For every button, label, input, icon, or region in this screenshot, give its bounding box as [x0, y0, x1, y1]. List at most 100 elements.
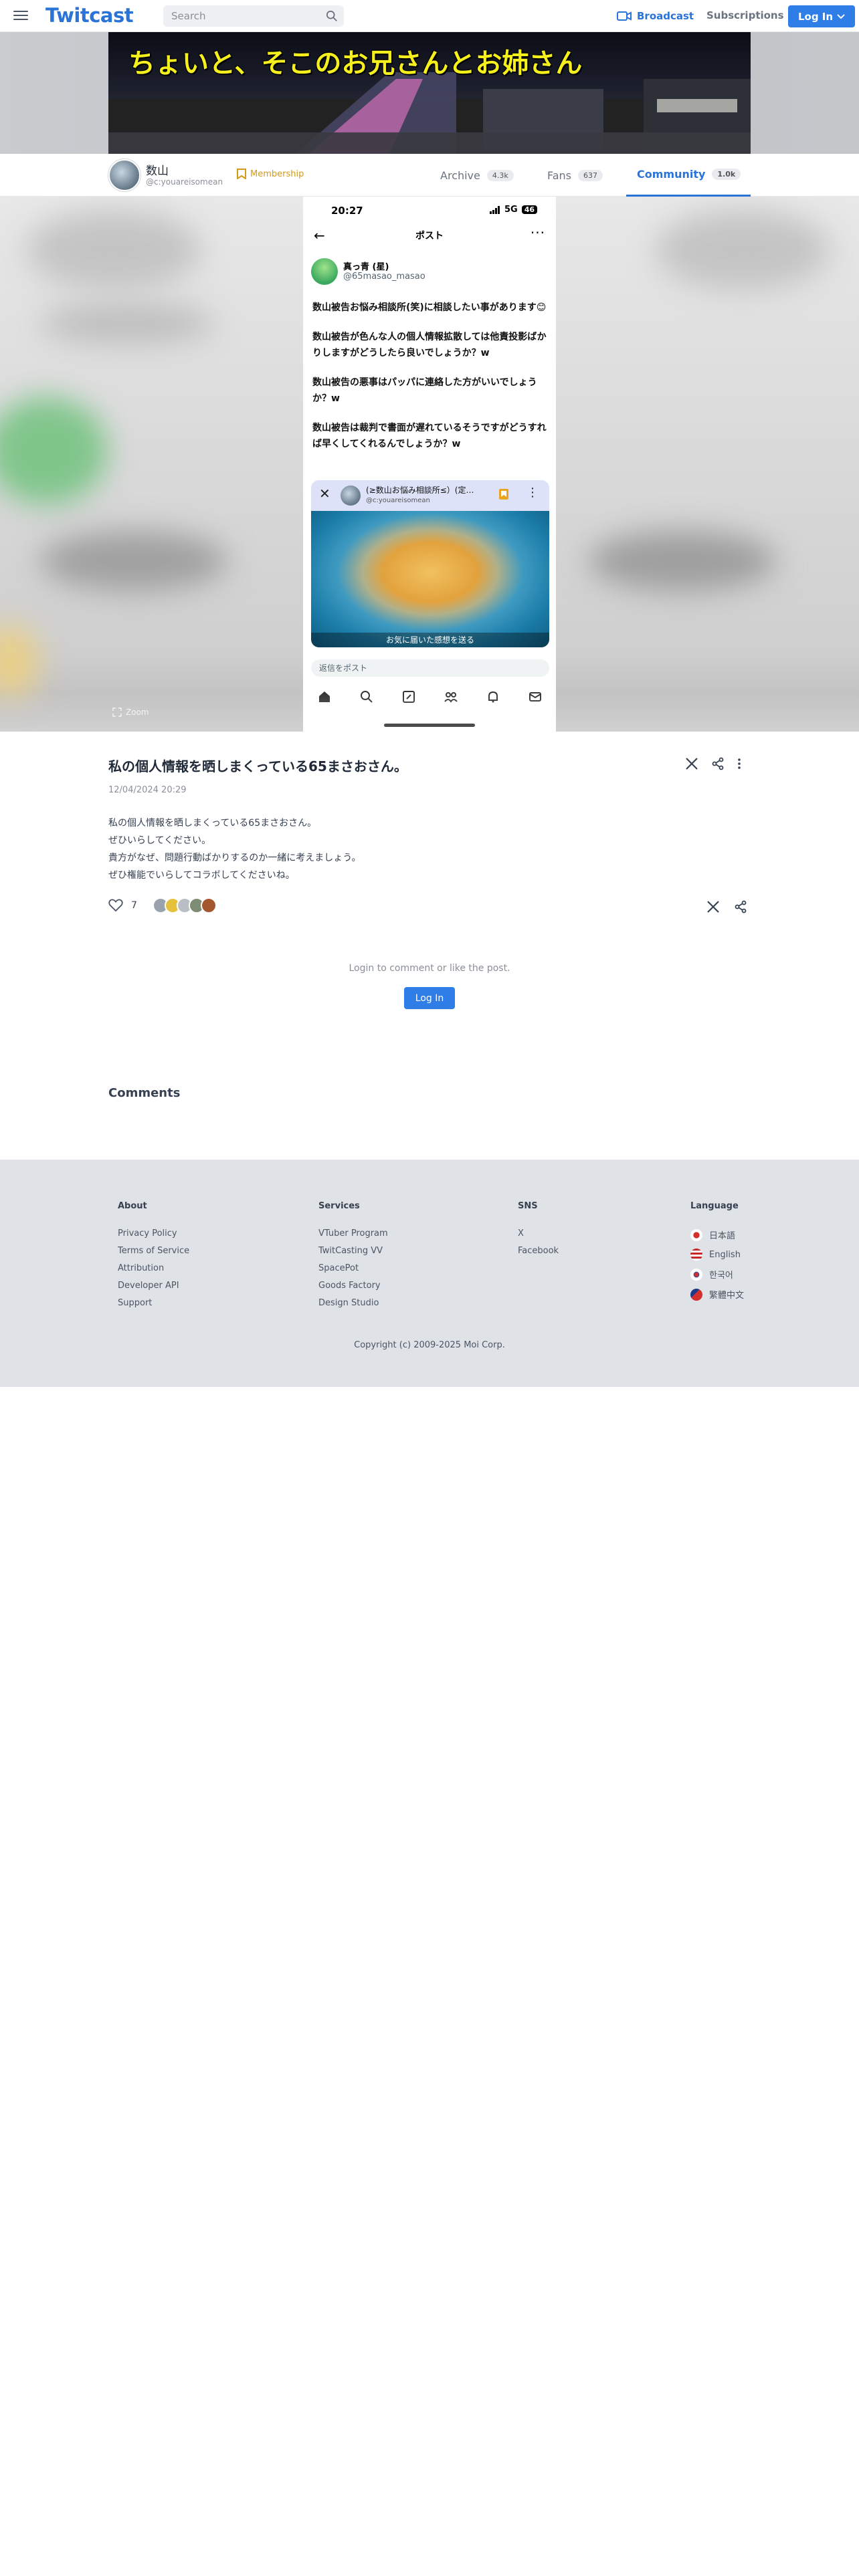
x-share-icon[interactable] [685, 757, 698, 770]
footer-link[interactable]: Terms of Service [118, 1246, 189, 1256]
search-box[interactable] [163, 5, 344, 27]
broadcast-button[interactable]: Broadcast [617, 8, 694, 24]
language-option-ko[interactable]: 한국어 [690, 1268, 744, 1281]
footer-link[interactable]: Design Studio [318, 1298, 388, 1308]
footer-link[interactable]: VTuber Program [318, 1228, 388, 1239]
food-photo: お気に届いた感想を送る [311, 511, 549, 647]
footer-heading: Language [690, 1201, 739, 1211]
search-icon[interactable] [326, 10, 338, 22]
post-paragraph: 数山被告の悪事はパッパに連絡した方がいいでしょうか？w [312, 377, 537, 404]
share-icon[interactable] [735, 900, 747, 914]
menu-icon[interactable] [13, 9, 28, 21]
language-option-ja[interactable]: 日本語 [690, 1228, 744, 1241]
tab-label: Archive [440, 169, 480, 182]
post-media[interactable]: 20:27 5G 46 ← ポスト ··· 真っ青 (星) @65masao_m… [0, 197, 859, 732]
tab-label: Community [637, 168, 706, 181]
profile-bar: 数山 @c:youareisomean Membership Archive 4… [0, 154, 859, 197]
us-flag-icon [690, 1249, 702, 1261]
language-label: English [709, 1249, 741, 1260]
footer-heading: About [118, 1201, 147, 1211]
status-battery: 46 [521, 205, 537, 214]
status-indicators: 5G 46 [489, 205, 537, 215]
footer-services: Services VTuber Program TwitCasting VV S… [318, 1201, 388, 1315]
more-vertical-icon[interactable] [737, 758, 741, 770]
expand-icon [112, 708, 122, 717]
membership-label: Membership [250, 169, 304, 179]
footer-language: Language 日本語 English 한국어 繁體中文 [690, 1201, 744, 1308]
card-header: ✕ (≥数山お悩み相談所≤）(定… @c:youareisomean ⋮ [311, 480, 549, 511]
footer-link[interactable]: Goods Factory [318, 1281, 388, 1291]
card-avatar [341, 486, 361, 506]
footer-link[interactable]: Support [118, 1298, 189, 1308]
footer-heading: Services [318, 1201, 360, 1211]
japan-flag-icon [690, 1228, 702, 1241]
post-body-line: ぜひ権能でいらしてコラボしてくださいね。 [108, 870, 295, 881]
phone-screenshot: 20:27 5G 46 ← ポスト ··· 真っ青 (星) @65masao_m… [303, 197, 556, 732]
tab-count: 637 [578, 169, 603, 181]
membership-link[interactable]: Membership [237, 169, 304, 179]
subscriptions-link[interactable]: Subscriptions [706, 9, 784, 21]
author-avatar [311, 258, 338, 285]
search-input[interactable] [163, 5, 324, 27]
login-button[interactable]: Log In [788, 5, 855, 27]
bookmark-icon [237, 169, 246, 179]
post-title: 私の個人情報を晒しまくっている65まさおさん。 [108, 758, 407, 774]
phone-nav: ← ポスト ··· [303, 225, 556, 247]
signal-icon [489, 205, 500, 214]
twitcast-logo[interactable]: Twitcast [45, 4, 134, 27]
heart-icon [108, 899, 123, 912]
phone-status-bar: 20:27 5G 46 [303, 197, 556, 222]
post-body-line: 貴方がなぜ、問題行動ばかりするのか一緒に考えましょう。 [108, 853, 361, 863]
status-time: 20:27 [331, 205, 363, 217]
footer-about: About Privacy Policy Terms of Service At… [118, 1201, 189, 1315]
language-option-zh[interactable]: 繁體中文 [690, 1288, 744, 1301]
reply-field: 返信をポスト [311, 659, 549, 677]
footer-link[interactable]: Facebook [518, 1246, 559, 1256]
card-handle: @c:youareisomean [366, 497, 430, 504]
phone-nav-title: ポスト [415, 231, 444, 241]
embedded-card: ✕ (≥数山お悩み相談所≤）(定… @c:youareisomean ⋮ お気に… [311, 480, 549, 647]
video-camera-icon [617, 11, 632, 21]
footer-sns: SNS X Facebook [518, 1201, 559, 1263]
tab-fans[interactable]: Fans 637 [547, 154, 603, 197]
footer-link[interactable]: Privacy Policy [118, 1228, 189, 1239]
footer-link[interactable]: Attribution [118, 1263, 189, 1273]
language-label: 한국어 [709, 1271, 733, 1281]
tab-count: 4.3k [486, 169, 514, 181]
language-label: 繁體中文 [709, 1291, 745, 1301]
post-body-line: 私の個人情報を晒しまくっている65まさおさん。 [108, 818, 317, 829]
more-icon: ··· [530, 225, 545, 241]
top-header: Twitcast Broadcast Subscriptions Log In [0, 0, 859, 32]
login-prompt-button[interactable]: Log In [404, 987, 455, 1009]
profile-handle: @c:youareisomean [146, 177, 223, 187]
footer-heading: SNS [518, 1201, 538, 1211]
zoom-label: Zoom [126, 708, 149, 717]
card-title: (≥数山お悩み相談所≤）(定… [366, 486, 474, 495]
like-button[interactable]: 7 [108, 899, 137, 912]
like-count: 7 [131, 900, 137, 911]
more-vertical-icon: ⋮ [527, 486, 539, 500]
tab-community[interactable]: Community 1.0k [626, 154, 751, 197]
liker-avatars[interactable] [153, 897, 217, 914]
footer-link[interactable]: SpacePot [318, 1263, 388, 1273]
status-network: 5G [504, 205, 518, 215]
post-body-line: ぜひいらしてください。 [108, 835, 211, 846]
footer-link[interactable]: X [518, 1228, 559, 1239]
banner-title: ちょいと、そこのお兄さんとお姉さん [128, 48, 583, 79]
post-body: 私の個人情報を晒しまくっている65まさおさん。 ぜひいらしてください。 貴方がな… [108, 815, 361, 884]
tab-archive[interactable]: Archive 4.3k [440, 154, 514, 197]
footer-link[interactable]: TwitCasting VV [318, 1246, 388, 1256]
zoom-button[interactable]: Zoom [112, 708, 149, 717]
language-option-en[interactable]: English [690, 1249, 744, 1261]
author-handle: @65masao_masao [343, 272, 425, 282]
avatar[interactable] [108, 159, 140, 191]
site-footer: About Privacy Policy Terms of Service At… [0, 1160, 859, 1387]
channel-banner: ちょいと、そこのお兄さんとお姉さん [108, 32, 751, 154]
chevron-down-icon [837, 13, 845, 19]
share-icon[interactable] [712, 757, 724, 770]
bookmark-icon [499, 489, 508, 500]
profile-name[interactable]: 数山 [146, 161, 169, 178]
card-caption: お気に届いた感想を送る [311, 633, 549, 647]
x-share-icon[interactable] [706, 900, 720, 914]
footer-link[interactable]: Developer API [118, 1281, 189, 1291]
